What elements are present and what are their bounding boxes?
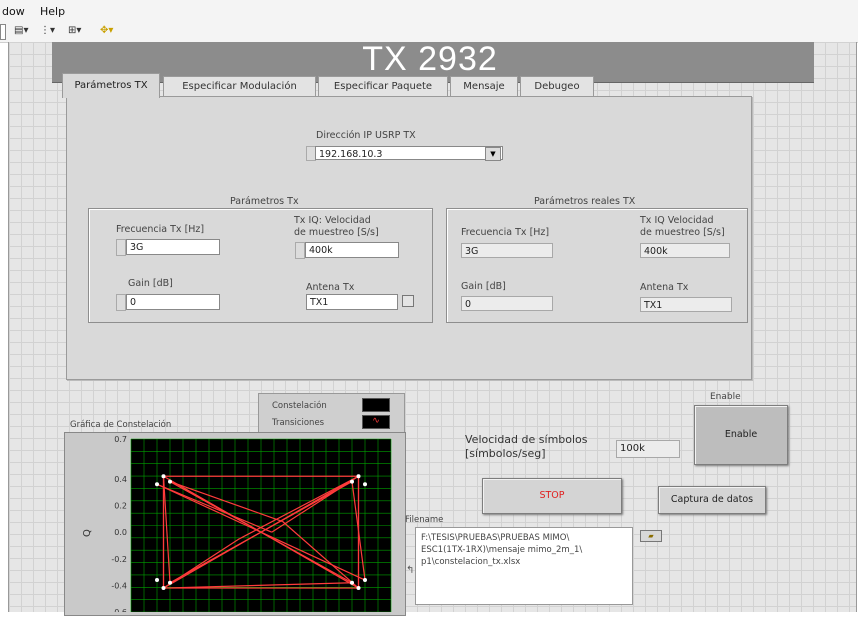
- constellation-point: [168, 580, 172, 585]
- y-tick-label: -0.2: [111, 555, 127, 564]
- y-axis-label: Q: [82, 529, 93, 537]
- constellation-point: [168, 479, 172, 484]
- y-tick-label: -0.6: [111, 608, 127, 612]
- tab-especificar-paquete[interactable]: Especificar Paquete: [318, 76, 448, 97]
- legend-swatch-constelacion[interactable]: [362, 398, 390, 412]
- graph-title: Gráfica de Constelación: [70, 420, 172, 430]
- tab-especificar-modulacion[interactable]: Especificar Modulación: [163, 76, 316, 97]
- filename-line-1: F:\TESIS\PRUEBAS\PRUEBAS MIMO\: [421, 533, 570, 543]
- plot-grid: [130, 438, 392, 612]
- gain-spinner-icon[interactable]: [116, 294, 126, 311]
- y-tick-label: 0.0: [114, 528, 127, 537]
- capture-data-button[interactable]: Captura de datos: [658, 486, 766, 514]
- freq-spinner-icon[interactable]: [116, 239, 126, 256]
- y-tick-label: 0.7: [114, 435, 127, 444]
- menu-window[interactable]: dow: [2, 5, 25, 18]
- menu-help[interactable]: Help: [40, 5, 65, 18]
- gain-input[interactable]: 0: [126, 294, 220, 310]
- folder-browse-icon[interactable]: ▰: [640, 530, 662, 542]
- constellation-point: [363, 482, 367, 487]
- legend-swatch-transiciones[interactable]: ∿: [362, 415, 390, 429]
- params-tx-gain-label: Gain [dB]: [128, 278, 173, 289]
- constellation-point: [363, 578, 367, 583]
- legend-item-transiciones: Transiciones: [272, 418, 325, 428]
- params-real-title: Parámetros reales TX: [534, 196, 636, 207]
- constellation-point: [155, 482, 159, 487]
- toolbar-edge: [0, 24, 6, 40]
- align-objects-icon[interactable]: ▤▾: [14, 25, 28, 39]
- constellation-point: [356, 586, 361, 591]
- constellation-point: [350, 479, 354, 484]
- params-tx-rate-label-1: Tx IQ: Velocidad: [294, 215, 371, 226]
- symbol-rate-label-2: [símbolos/seg]: [465, 447, 546, 460]
- antenna-input[interactable]: TX1: [306, 294, 398, 310]
- ip-address-value: 192.168.10.3: [319, 149, 383, 160]
- constellation-point: [356, 474, 361, 479]
- real-gain-indicator: 0: [461, 296, 553, 311]
- antenna-dropdown-icon[interactable]: [402, 295, 414, 307]
- tab-debugeo[interactable]: Debugeo: [520, 76, 594, 97]
- params-real-rate-label-1: Tx IQ Velocidad: [640, 215, 714, 226]
- freq-input[interactable]: 3G: [126, 239, 220, 255]
- enable-caption: Enable: [710, 392, 741, 402]
- resize-objects-icon[interactable]: ⊞▾: [68, 25, 81, 39]
- params-tx-freq-label: Frecuencia Tx [Hz]: [116, 224, 205, 235]
- real-freq-indicator: 3G: [461, 243, 553, 258]
- y-tick-label: 0.4: [114, 475, 127, 484]
- params-tx-title: Parámetros Tx: [230, 196, 299, 207]
- constellation-point: [161, 474, 166, 479]
- params-real-gain-label: Gain [dB]: [461, 281, 506, 292]
- y-axis: 0.7 0.4 0.2 0.0 -0.2 -0.4 -0.6: [111, 435, 127, 612]
- constellation-point: [350, 580, 354, 585]
- chevron-down-icon[interactable]: ▼: [485, 147, 501, 161]
- params-tx-antenna-label: Antena Tx: [306, 282, 355, 293]
- real-antenna-indicator: TX1: [640, 297, 732, 312]
- params-real-freq-label: Frecuencia Tx [Hz]: [461, 227, 550, 238]
- filename-path-field[interactable]: F:\TESIS\PRUEBAS\PRUEBAS MIMO\ ESC1(1TX-…: [415, 527, 633, 605]
- window-title: TX 2932: [362, 40, 498, 78]
- tab-parametros-tx[interactable]: Parámetros TX: [62, 73, 160, 98]
- sample-rate-input[interactable]: 400k: [305, 242, 399, 258]
- legend-item-constelacion: Constelación: [272, 401, 327, 411]
- ip-address-combo[interactable]: 192.168.10.3: [315, 146, 503, 160]
- path-cursor-icon: ↰: [406, 565, 415, 576]
- tab-mensaje[interactable]: Mensaje: [450, 76, 518, 97]
- params-real-antenna-label: Antena Tx: [640, 282, 689, 293]
- reorder-icon[interactable]: ✥▾: [100, 25, 113, 39]
- filename-line-2: ESC1(1TX-1RX)\mensaje mimo_2m_1\: [421, 545, 583, 555]
- ip-label: Dirección IP USRP TX: [316, 130, 416, 141]
- y-tick-label: -0.4: [111, 581, 127, 590]
- params-real-rate-label-2: de muestreo [S/s]: [640, 227, 725, 238]
- symbol-rate-indicator: 100k: [616, 440, 680, 458]
- filename-label: Filename: [405, 515, 444, 525]
- params-tx-rate-label-2: de muestreo [S/s]: [294, 227, 379, 238]
- constellation-graph[interactable]: 0.7 0.4 0.2 0.0 -0.2 -0.4 -0.6 Q: [66, 432, 402, 612]
- stop-button[interactable]: STOP: [482, 478, 622, 514]
- constellation-point: [155, 578, 159, 583]
- symbol-rate-label-1: Velocidad de símbolos: [465, 433, 588, 446]
- enable-button[interactable]: Enable: [694, 405, 788, 465]
- rate-spinner-icon[interactable]: [295, 242, 305, 259]
- distribute-objects-icon[interactable]: ⋮▾: [40, 25, 55, 39]
- y-tick-label: 0.2: [114, 502, 127, 511]
- menu-bar: dow Help: [0, 0, 858, 22]
- filename-line-3: p1\constelacion_tx.xlsx: [421, 557, 521, 567]
- real-rate-indicator: 400k: [640, 243, 730, 258]
- constellation-point: [161, 586, 166, 591]
